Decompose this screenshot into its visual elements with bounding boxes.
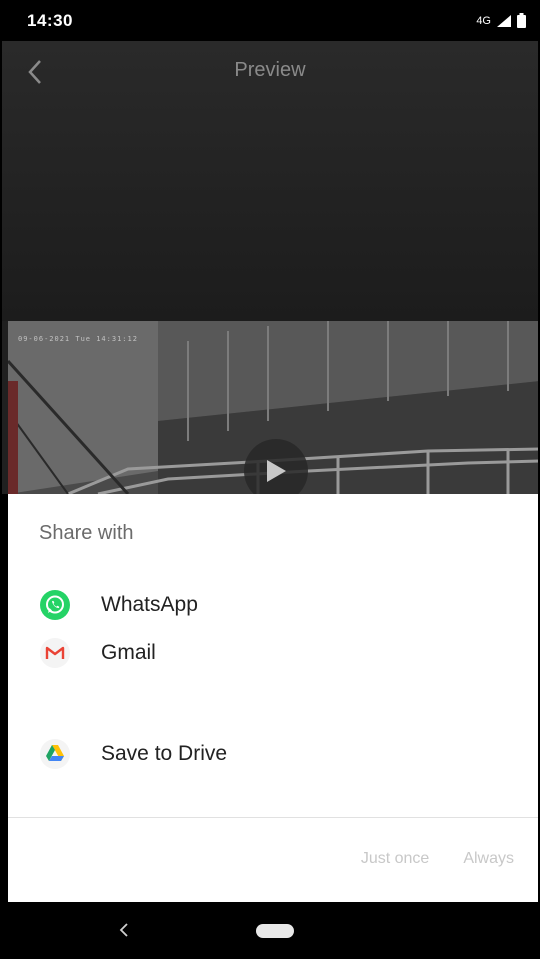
signal-icon [497,14,511,27]
share-item-drive[interactable]: Save to Drive [8,724,540,784]
play-button[interactable] [244,439,308,494]
app-bar: Preview [0,41,540,101]
whatsapp-icon [40,590,70,620]
sheet-divider [8,817,540,818]
share-item-label: Save to Drive [101,742,228,765]
navigation-bar [0,902,540,959]
video-thumbnail[interactable]: 09-06-2021 Tue 14:31:12 [8,321,540,494]
share-item-label: WhatsApp [101,593,198,616]
status-bar: 14:30 4G [0,0,540,41]
network-type: 4G [476,14,491,27]
drive-icon [40,739,70,769]
page-title: Preview [234,59,306,81]
video-timestamp: 09-06-2021 Tue 14:31:12 [18,335,138,343]
share-sheet-title: Share with [39,522,134,544]
nav-back-icon [119,923,128,937]
battery-icon [517,13,526,28]
share-item-label: Gmail [101,641,156,664]
play-icon [267,460,286,482]
status-indicators: 4G [476,13,526,28]
home-pill-icon[interactable] [256,924,294,938]
status-time: 14:30 [27,10,73,30]
nav-back-button[interactable] [112,918,136,942]
phone-screen: 14:30 4G Preview 09-06-2021 Tue 14:31:12… [0,0,540,959]
share-sheet: Share with WhatsApp Gmail Save to Drive … [8,494,540,902]
gmail-icon [40,638,70,668]
media-preview: Preview 09-06-2021 Tue 14:31:12 [0,41,540,494]
always-button[interactable]: Always [463,850,514,868]
sheet-actions: Just once Always [361,850,514,868]
share-item-gmail[interactable]: Gmail [8,623,540,683]
just-once-button[interactable]: Just once [361,850,429,868]
